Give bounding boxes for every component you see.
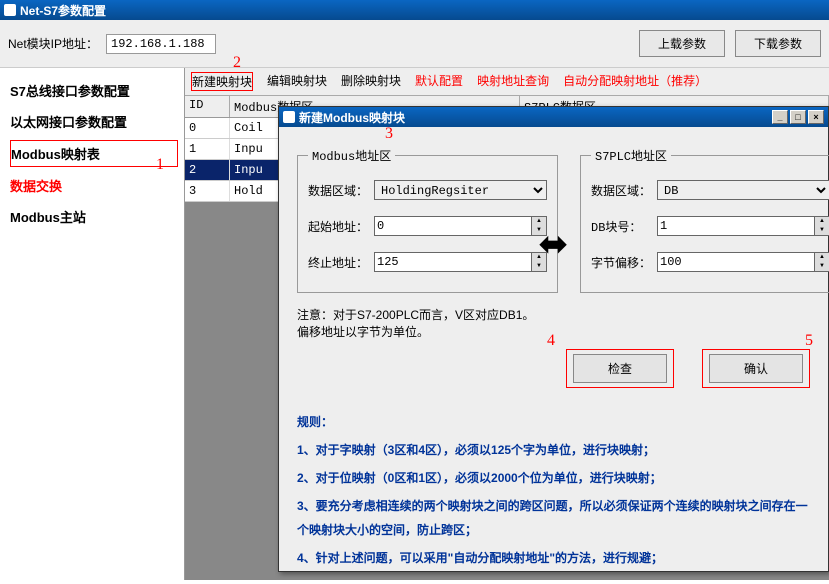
- sidebar: S7总线接口参数配置 以太网接口参数配置 Modbus映射表 数据交换 Modb…: [0, 68, 185, 580]
- tb-edit-map[interactable]: 编辑映射块: [267, 72, 327, 91]
- s7-offset-input[interactable]: [657, 252, 815, 272]
- minimize-icon[interactable]: _: [772, 110, 788, 124]
- modbus-start-label: 起始地址：: [308, 218, 374, 235]
- annotation-2: 2: [233, 54, 241, 72]
- window-title: Net-S7参数配置: [20, 2, 106, 19]
- rules-title: 规则：: [297, 410, 810, 434]
- tb-query-addr[interactable]: 映射地址查询: [477, 72, 549, 91]
- sidebar-item-data-exchange[interactable]: 数据交换: [10, 173, 178, 198]
- close-icon[interactable]: ×: [808, 110, 824, 124]
- s7-area-select[interactable]: DB: [657, 180, 829, 200]
- annotation-3: 3: [385, 125, 393, 143]
- arrow-both-icon: ⬌: [538, 223, 568, 265]
- modbus-fieldset: Modbus地址区 数据区域： HoldingRegsiter 起始地址： ▲▼…: [297, 147, 558, 293]
- new-map-dialog: 新建Modbus映射块 _ □ × 3 Modbus地址区 数据区域： Hold…: [278, 106, 829, 572]
- dialog-title-bar[interactable]: 新建Modbus映射块 _ □ ×: [279, 107, 828, 127]
- s7-legend: S7PLC地址区: [591, 147, 671, 164]
- s7-db-input[interactable]: [657, 216, 815, 236]
- s7-offset-label: 字节偏移：: [591, 254, 657, 271]
- modbus-area-label: 数据区域：: [308, 182, 374, 199]
- annotation-5: 5: [805, 332, 813, 350]
- main-title-bar: Net-S7参数配置: [0, 0, 829, 20]
- annotation-4: 4: [547, 332, 555, 350]
- maximize-icon[interactable]: □: [790, 110, 806, 124]
- s7-db-label: DB块号：: [591, 218, 657, 235]
- spinner[interactable]: ▲▼: [815, 216, 829, 236]
- check-button[interactable]: 检查: [573, 354, 667, 383]
- tb-new-map[interactable]: 新建映射块: [191, 72, 253, 91]
- tb-default-config[interactable]: 默认配置: [415, 72, 463, 91]
- sidebar-item-s7bus[interactable]: S7总线接口参数配置: [10, 78, 178, 103]
- top-panel: Net模块IP地址： 上载参数 下载参数: [0, 20, 829, 68]
- tb-delete-map[interactable]: 删除映射块: [341, 72, 401, 91]
- sidebar-item-modbus-master[interactable]: Modbus主站: [10, 204, 178, 229]
- rules-section: 规则： 1、对于字映射（3区和4区），必须以125个字为单位，进行块映射； 2、…: [297, 410, 810, 570]
- rule-4: 4、针对上述问题，可以采用"自动分配映射地址"的方法，进行规避；: [297, 546, 810, 570]
- upload-button[interactable]: 上载参数: [639, 30, 725, 57]
- gear-icon: [283, 111, 295, 123]
- spinner[interactable]: ▲▼: [815, 252, 829, 272]
- toolbar: 新建映射块 编辑映射块 删除映射块 默认配置 映射地址查询 自动分配映射地址（推…: [185, 68, 829, 96]
- modbus-legend: Modbus地址区: [308, 147, 395, 164]
- modbus-area-select[interactable]: HoldingRegsiter: [374, 180, 547, 200]
- modbus-start-input[interactable]: [374, 216, 532, 236]
- gear-icon: [4, 4, 16, 16]
- sidebar-item-ethernet[interactable]: 以太网接口参数配置: [10, 109, 178, 134]
- sidebar-item-modbus-map[interactable]: Modbus映射表: [10, 140, 178, 167]
- rule-2: 2、对于位映射（0区和1区），必须以2000个位为单位，进行块映射；: [297, 466, 810, 490]
- rule-3: 3、要充分考虑相连续的两个映射块之间的跨区问题，所以必须保证两个连续的映射块之间…: [297, 494, 810, 542]
- modbus-end-label: 终止地址：: [308, 254, 374, 271]
- download-button[interactable]: 下载参数: [735, 30, 821, 57]
- modbus-end-input[interactable]: [374, 252, 532, 272]
- s7-area-label: 数据区域：: [591, 182, 657, 199]
- tb-auto-assign[interactable]: 自动分配映射地址（推荐）: [563, 72, 707, 91]
- ip-input[interactable]: [106, 34, 216, 54]
- ip-label: Net模块IP地址：: [8, 35, 98, 52]
- ok-button[interactable]: 确认: [709, 354, 803, 383]
- annotation-1: 1: [156, 156, 164, 174]
- rule-1: 1、对于字映射（3区和4区），必须以125个字为单位，进行块映射；: [297, 438, 810, 462]
- s7-fieldset: S7PLC地址区 数据区域： DB DB块号： ▲▼ 字节偏移： ▲▼: [580, 147, 829, 293]
- dialog-title: 新建Modbus映射块: [299, 109, 405, 126]
- th-id: ID: [185, 96, 230, 117]
